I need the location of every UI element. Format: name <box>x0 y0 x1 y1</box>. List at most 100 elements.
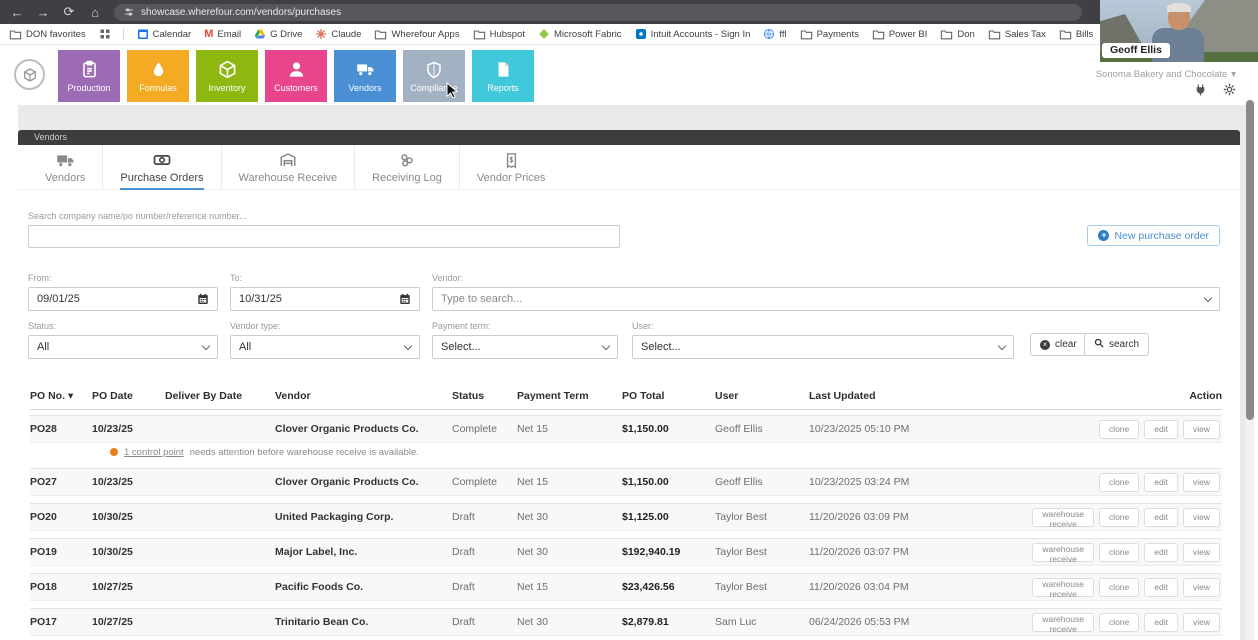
warehouse-receive-button[interactable]: warehouse receive <box>1032 508 1094 527</box>
tab[interactable]: Warehouse Receive <box>221 145 355 189</box>
from-date-input[interactable] <box>37 293 197 305</box>
cell-po-no[interactable]: PO18 <box>30 581 92 593</box>
edit-button[interactable]: edit <box>1144 578 1178 597</box>
cell-po-no[interactable]: PO27 <box>30 476 92 488</box>
edit-button[interactable]: edit <box>1144 420 1178 439</box>
bookmark-item[interactable]: Sales Tax <box>988 28 1046 41</box>
bookmark-item[interactable]: Wherefour Apps <box>374 28 459 41</box>
nav-tile[interactable]: Compliance <box>403 50 465 102</box>
view-button[interactable]: view <box>1183 508 1220 527</box>
search-input[interactable] <box>28 225 620 248</box>
payment-term-select[interactable]: Select... <box>432 335 618 359</box>
bookmark-item[interactable]: Bills <box>1059 28 1093 41</box>
col-payment-term[interactable]: Payment Term <box>517 390 622 402</box>
calendar-icon <box>137 28 149 40</box>
site-settings-icon[interactable] <box>124 7 134 17</box>
bookmark-item[interactable]: M Email <box>204 29 241 40</box>
calendar-icon[interactable] <box>399 293 411 305</box>
col-user[interactable]: User <box>715 390 809 402</box>
main-nav-tiles: Production Formulas Inventory Customers … <box>58 50 534 102</box>
gear-icon[interactable] <box>1223 83 1236 101</box>
tab[interactable]: Purchase Orders <box>102 145 220 189</box>
user-select[interactable]: Select... <box>632 335 1014 359</box>
control-point-link[interactable]: 1 control point <box>124 447 184 458</box>
bookmark-label: Microsoft Fabric <box>554 29 622 40</box>
new-purchase-order-button[interactable]: + New purchase order <box>1087 225 1220 246</box>
to-date-input[interactable] <box>239 293 399 305</box>
cell-po-no[interactable]: PO28 <box>30 423 92 435</box>
cell-po-no[interactable]: PO19 <box>30 546 92 558</box>
clone-button[interactable]: clone <box>1099 420 1139 439</box>
warehouse-receive-button[interactable]: warehouse receive <box>1032 543 1094 562</box>
table-body: PO28 10/23/25 Clover Organic Products Co… <box>30 415 1222 636</box>
bookmark-item[interactable]: Payments <box>800 28 859 41</box>
clone-button[interactable]: clone <box>1099 473 1139 492</box>
edit-button[interactable]: edit <box>1144 508 1178 527</box>
nav-tile[interactable]: Customers <box>265 50 327 102</box>
nav-tile[interactable]: Reports <box>472 50 534 102</box>
vendor-label: Vendor: <box>432 273 1220 283</box>
edit-button[interactable]: edit <box>1144 473 1178 492</box>
view-button[interactable]: view <box>1183 420 1220 439</box>
cell-payment-term: Net 30 <box>517 511 622 523</box>
bookmark-item[interactable]: Power BI <box>872 28 928 41</box>
tab[interactable]: Vendor Prices <box>459 145 562 189</box>
clone-button[interactable]: clone <box>1099 578 1139 597</box>
col-last-updated[interactable]: Last Updated <box>809 390 1045 402</box>
home-icon[interactable]: ⌂ <box>88 5 102 20</box>
nav-tile[interactable]: Inventory <box>196 50 258 102</box>
vendor-select[interactable]: Type to search... <box>432 287 1220 311</box>
bookmark-item[interactable]: ffl <box>763 28 786 40</box>
bookmark-item[interactable]: Don <box>940 28 974 41</box>
nav-tile[interactable]: Production <box>58 50 120 102</box>
bookmark-item[interactable]: G Drive <box>254 28 302 40</box>
calendar-icon[interactable] <box>197 293 209 305</box>
view-button[interactable]: view <box>1183 543 1220 562</box>
tab[interactable]: Vendors <box>28 145 102 189</box>
search-button[interactable]: search <box>1084 333 1149 356</box>
cell-po-no[interactable]: PO17 <box>30 616 92 628</box>
bookmark-item[interactable]: Calendar <box>137 28 192 40</box>
from-date-field[interactable] <box>28 287 218 311</box>
view-button[interactable]: view <box>1183 473 1220 492</box>
bookmark-item[interactable]: DON favorites <box>9 28 86 41</box>
back-icon[interactable]: ← <box>10 5 24 20</box>
wherefour-logo-icon[interactable] <box>14 59 45 90</box>
reload-icon[interactable]: ⟳ <box>62 4 76 20</box>
tab[interactable]: Receiving Log <box>354 145 459 189</box>
col-po-total[interactable]: PO Total <box>622 390 715 402</box>
warehouse-receive-button[interactable]: warehouse receive <box>1032 613 1094 632</box>
col-deliver-by-date[interactable]: Deliver By Date <box>165 390 275 402</box>
integrations-plug-icon[interactable] <box>1194 83 1207 101</box>
edit-button[interactable]: edit <box>1144 613 1178 632</box>
col-vendor[interactable]: Vendor <box>275 390 452 402</box>
cell-payment-term: Net 15 <box>517 581 622 593</box>
forward-icon[interactable]: → <box>36 5 50 20</box>
col-status[interactable]: Status <box>452 390 517 402</box>
vendor-type-select[interactable]: All <box>230 335 420 359</box>
clone-button[interactable]: clone <box>1099 613 1139 632</box>
bookmark-item[interactable]: Claude <box>315 28 361 40</box>
bookmark-item[interactable]: Hubspot <box>473 28 525 41</box>
edit-button[interactable]: edit <box>1144 543 1178 562</box>
view-button[interactable]: view <box>1183 613 1220 632</box>
clone-button[interactable]: clone <box>1099 508 1139 527</box>
nav-tile[interactable]: Vendors <box>334 50 396 102</box>
status-select[interactable]: All <box>28 335 218 359</box>
bookmark-item[interactable]: Microsoft Fabric <box>538 28 622 40</box>
clone-button[interactable]: clone <box>1099 543 1139 562</box>
plus-icon: + <box>1098 230 1109 241</box>
col-po-date[interactable]: PO Date <box>92 390 165 402</box>
scrollbar-thumb[interactable] <box>1246 100 1254 420</box>
warehouse-receive-button[interactable]: warehouse receive <box>1032 578 1094 597</box>
bookmark-item[interactable] <box>99 28 124 40</box>
view-button[interactable]: view <box>1183 578 1220 597</box>
bookmark-item[interactable]: Intuit Accounts - Sign In <box>635 28 751 40</box>
nav-tile[interactable]: Formulas <box>127 50 189 102</box>
address-bar[interactable]: showcase.wherefour.com/vendors/purchases <box>114 4 1082 21</box>
col-po-no[interactable]: PO No. ▾ <box>30 390 92 402</box>
clear-button[interactable]: clear <box>1030 333 1087 356</box>
cell-po-no[interactable]: PO20 <box>30 511 92 523</box>
to-date-field[interactable] <box>230 287 420 311</box>
account-switcher[interactable]: Sonoma Bakery and Chocolate ▾ <box>1096 69 1236 80</box>
